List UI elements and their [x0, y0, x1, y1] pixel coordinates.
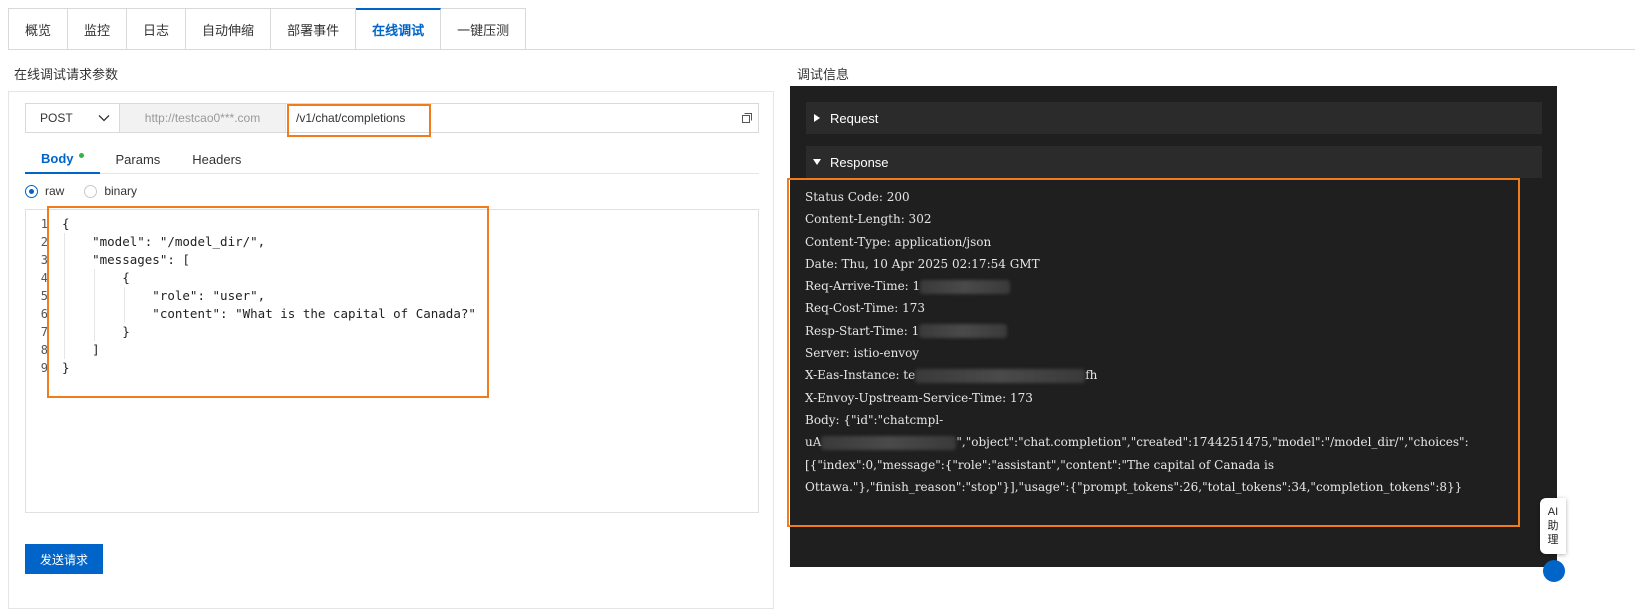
tab-autoscale[interactable]: 自动伸缩 [186, 8, 272, 50]
radio-unchecked-icon [84, 184, 98, 198]
tab-monitor[interactable]: 监控 [68, 8, 128, 50]
tab-deploy-events[interactable]: 部署事件 [271, 8, 357, 50]
ai-label: 理 [1547, 534, 1559, 546]
ai-label: AI [1547, 506, 1559, 518]
line-number: 9 [40, 361, 48, 375]
ai-assistant-button[interactable]: AI 助 理 [1540, 498, 1566, 554]
line-number: 2 [40, 235, 48, 249]
subtab-body-label: Body [41, 150, 74, 166]
tab-stress-test[interactable]: 一键压测 [441, 8, 527, 50]
subtab-headers[interactable]: Headers [176, 144, 257, 174]
tab-online-debug[interactable]: 在线调试 [356, 8, 442, 50]
line-number: 8 [40, 343, 48, 357]
line-number: 6 [40, 307, 48, 321]
request-params-title: 在线调试请求参数 [14, 67, 119, 82]
caret-right-icon [814, 114, 820, 122]
line-number: 1 [40, 217, 48, 231]
send-request-button[interactable]: 发送请求 [25, 544, 103, 574]
request-label: Request [830, 110, 879, 126]
tab-logs[interactable]: 日志 [127, 8, 187, 50]
request-collapse[interactable]: Request [806, 102, 1542, 134]
line-number: 7 [40, 325, 48, 339]
tab-overview[interactable]: 概览 [8, 8, 69, 50]
ai-label: 助 [1547, 520, 1559, 532]
line-number: 4 [40, 271, 48, 285]
request-panel: POST http://testcao0***.com Body Params … [8, 91, 774, 609]
debug-info-title: 调试信息 [797, 67, 850, 82]
body-highlight-box [47, 206, 489, 398]
radio-checked-icon [25, 184, 38, 198]
radio-raw[interactable]: raw [25, 184, 64, 198]
status-dot [78, 152, 84, 158]
radio-binary[interactable]: binary [84, 184, 137, 198]
expand-icon[interactable] [736, 104, 758, 132]
method-select[interactable]: POST [26, 104, 120, 132]
line-number: 5 [40, 289, 48, 303]
top-tabs: 概览 监控 日志 自动伸缩 部署事件 在线调试 一键压测 [8, 8, 527, 50]
host-display: http://testcao0***.com [120, 104, 286, 132]
body-subtabs: Body Params Headers [25, 144, 759, 174]
subtab-body[interactable]: Body [25, 144, 100, 174]
response-highlight-box [787, 178, 1520, 527]
body-type-radios: raw binary [25, 182, 157, 200]
caret-down-icon [813, 159, 821, 165]
response-label: Response [830, 154, 889, 170]
ai-chat-icon[interactable] [1543, 560, 1565, 582]
chevron-down-icon [98, 115, 110, 122]
response-collapse[interactable]: Response [806, 146, 1542, 178]
method-value: POST [40, 111, 73, 125]
path-highlight-box [287, 104, 431, 137]
subtab-params[interactable]: Params [100, 144, 177, 174]
line-number: 3 [40, 253, 48, 267]
radio-binary-label: binary [104, 184, 138, 198]
radio-raw-label: raw [45, 184, 65, 198]
tabs-divider [8, 49, 1635, 50]
